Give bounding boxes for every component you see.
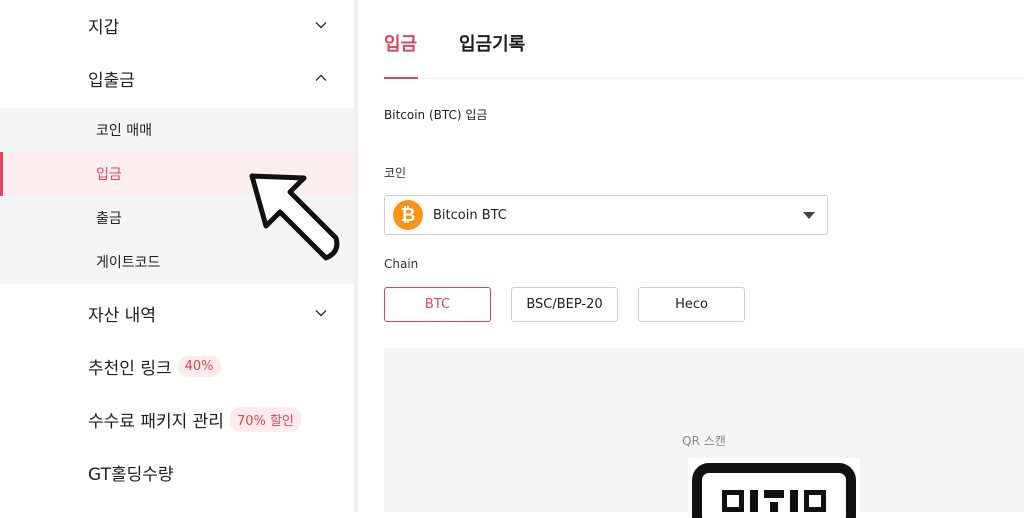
sidebar-item-label: 수수료 패키지 관리 bbox=[88, 411, 224, 432]
chain-label: Chain bbox=[384, 257, 419, 271]
sidebar-item-fee-package[interactable]: 수수료 패키지 관리 70% 할인 bbox=[88, 404, 301, 434]
tab-deposit-history[interactable]: 입금기록 bbox=[459, 28, 525, 58]
chevron-down-icon bbox=[314, 18, 328, 32]
bitcoin-icon: ₿ bbox=[393, 200, 423, 230]
sidebar-item-deposit-withdraw[interactable]: 입출금 bbox=[88, 63, 328, 93]
sidebar-item-coin-trade[interactable]: 코인 매매 bbox=[0, 108, 354, 152]
discount-badge: 70% 할인 bbox=[229, 406, 301, 432]
sidebar-item-asset-history[interactable]: 자산 내역 bbox=[88, 298, 328, 328]
chevron-up-icon bbox=[314, 71, 328, 85]
sidebar-item-label: GT홀딩수량 bbox=[88, 464, 174, 485]
sidebar-item-wallet[interactable]: 지갑 bbox=[88, 10, 328, 40]
sidebar-item-label: 게이트코드 bbox=[96, 255, 161, 271]
sidebar-item-label: 출금 bbox=[96, 211, 122, 227]
sidebar-item-label: 입금 bbox=[96, 167, 122, 183]
sidebar-item-label: 추천인 링크 bbox=[88, 358, 172, 379]
pointer-arrow-icon bbox=[249, 173, 340, 261]
sidebar-item-label: 코인 매매 bbox=[96, 123, 152, 139]
tab-deposit[interactable]: 입금 bbox=[384, 28, 417, 58]
chain-button-label: Heco bbox=[675, 297, 708, 312]
chain-heco-button[interactable]: Heco bbox=[638, 287, 745, 322]
referral-badge: 40% bbox=[177, 355, 221, 377]
sidebar: 지갑 입출금 코인 매매 입금 출금 게이트코드 자산 내역 추천인 링크 40… bbox=[0, 0, 354, 512]
page-title: Bitcoin (BTC) 입금 bbox=[384, 108, 488, 122]
sidebar-item-label: 입출금 bbox=[88, 70, 135, 91]
qr-code bbox=[688, 458, 860, 518]
sidebar-item-label: 자산 내역 bbox=[88, 305, 156, 326]
sidebar-item-referral[interactable]: 추천인 링크 40% bbox=[88, 351, 221, 381]
coin-select-value: Bitcoin BTC bbox=[433, 207, 507, 223]
chain-btc-button[interactable]: BTC bbox=[384, 287, 491, 322]
sidebar-item-label: 지갑 bbox=[88, 17, 120, 38]
sidebar-divider bbox=[354, 0, 358, 512]
coin-label: 코인 bbox=[384, 166, 407, 180]
chain-button-label: BTC bbox=[424, 297, 451, 312]
qr-panel: QR 스캔 bbox=[384, 348, 1024, 518]
sidebar-item-gt-holding[interactable]: GT홀딩수량 bbox=[88, 457, 174, 487]
chain-button-label: BSC/BEP-20 bbox=[526, 297, 603, 312]
tabs-divider bbox=[384, 78, 1024, 79]
qr-label: QR 스캔 bbox=[682, 434, 726, 448]
chevron-down-icon bbox=[314, 306, 328, 320]
caret-down-icon bbox=[803, 212, 815, 219]
chain-bsc-button[interactable]: BSC/BEP-20 bbox=[511, 287, 618, 322]
active-tab-indicator bbox=[384, 77, 418, 79]
coin-select[interactable]: ₿ Bitcoin BTC bbox=[384, 195, 828, 235]
